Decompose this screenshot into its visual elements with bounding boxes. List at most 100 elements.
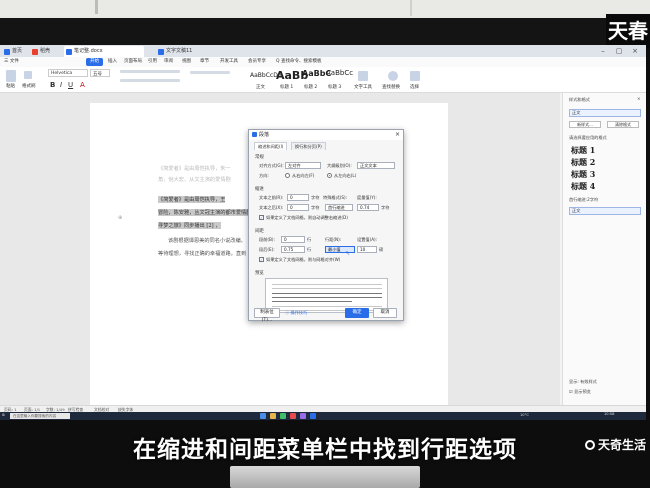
clock-time[interactable]: 10:58 <box>604 412 614 416</box>
show-styles-label[interactable]: 显示: 有效样式 <box>569 379 597 385</box>
ok-button[interactable]: 确定 <box>345 308 369 318</box>
style-heading3-preview[interactable]: AaBbCc <box>326 69 353 77</box>
doc-line[interactable]: 角，倪大宏、从文主演的爱情剧 <box>158 176 231 183</box>
docer-icon <box>32 49 38 55</box>
tab-indent-spacing[interactable]: 缩进和间距(I) <box>254 142 288 150</box>
dialog-close-icon[interactable]: × <box>395 130 400 140</box>
menu-file[interactable]: 三 文件 <box>4 58 19 66</box>
windows-taskbar: ⊞ 在这里输入你要搜索的内容 10°C 10:58 <box>0 412 646 420</box>
start-icon[interactable]: ⊞ <box>2 413 5 417</box>
brand-circle-icon <box>584 440 595 450</box>
paragraph-tools[interactable] <box>120 70 180 73</box>
doc-line[interactable]: 等待理想，寻找正确的幸福道路，直到 <box>158 250 246 257</box>
apply-format-label: 请选择要应用的格式 <box>569 135 607 140</box>
before-unit: 行 <box>307 237 312 242</box>
measure-label: 度量值(Y): <box>357 195 377 200</box>
setting-unit: 磅 <box>379 247 384 252</box>
menu-view[interactable]: 视图 <box>182 58 191 66</box>
video-subtitle: 在缩进和间距菜单栏中找到行距选项 <box>133 437 517 463</box>
after-text-input[interactable]: 0 <box>287 204 309 211</box>
tab-docer[interactable]: 稻壳 <box>30 46 60 57</box>
ltr-radio[interactable] <box>327 173 332 178</box>
setting-value-input[interactable]: 10 <box>357 246 377 253</box>
taskbar-app-icon[interactable] <box>270 413 276 419</box>
before-text-label: 文本之前(R): <box>259 195 284 200</box>
tab-document[interactable]: 文字文稿11 <box>156 46 226 57</box>
text-tools-icon[interactable] <box>358 71 368 81</box>
tab-document-active[interactable]: 笔记整.docx <box>64 46 144 57</box>
style-first-indent[interactable]: 首行缩进:2字符 <box>569 197 598 203</box>
list-tools[interactable] <box>190 71 230 74</box>
grid-indent-checkbox[interactable]: ✓ <box>259 215 264 220</box>
taskbar-app-icon[interactable] <box>310 413 316 419</box>
italic-icon[interactable]: I <box>60 81 62 89</box>
tips-link[interactable]: ⓘ 操作技巧 <box>285 310 307 316</box>
doc-line-selected[interactable]: 寻梦之旅》同步播出 [2] ， <box>158 222 221 229</box>
menu-insert[interactable]: 插入 <box>108 58 117 66</box>
alignment-select[interactable]: 左对齐 <box>285 162 321 169</box>
tab-line-page-breaks[interactable]: 换行和分页(P) <box>291 142 326 150</box>
style-heading-1[interactable]: 标题 1 <box>571 145 595 156</box>
style-heading-2[interactable]: 标题 2 <box>571 157 595 168</box>
menu-references[interactable]: 引用 <box>148 58 157 66</box>
menu-home[interactable]: 开始 <box>86 58 103 66</box>
styles-pane: 样式和格式 × 正文 新样式... 清除格式 请选择要应用的格式 标题 1 标题… <box>562 93 646 405</box>
special-format-label: 特殊格式(S): <box>323 195 348 200</box>
dialog-titlebar[interactable]: 段落 × <box>249 130 403 140</box>
paste-icon[interactable] <box>6 70 16 82</box>
clear-format-button[interactable]: 清除格式 <box>607 121 639 128</box>
alignment-tools[interactable] <box>120 79 180 82</box>
measure-unit: 字符 <box>381 205 390 210</box>
before-text-input[interactable]: 0 <box>287 194 309 201</box>
menu-member[interactable]: 会员专享 <box>248 58 266 66</box>
taskbar-search[interactable]: 在这里输入你要搜索的内容 <box>10 413 70 419</box>
minimize-icon[interactable]: – <box>598 46 608 56</box>
underline-icon[interactable]: U <box>68 81 73 89</box>
show-preview-checkbox[interactable]: ☑ 显示预览 <box>569 389 591 395</box>
maximize-icon[interactable]: ▢ <box>614 46 624 56</box>
find-replace-icon[interactable] <box>388 71 398 81</box>
doc-line-selected[interactable]: 冒险，陈安雅，丛文冠主演的都市爱情剧， <box>158 209 257 216</box>
monitor-stand <box>230 466 420 488</box>
space-before-input[interactable]: 0 <box>281 236 305 243</box>
doc-line[interactable]: 《简爱者》是由周恺执导，朱一 <box>158 165 231 172</box>
space-after-input[interactable]: 0.75 <box>281 246 305 253</box>
font-family-select[interactable]: Helvetica <box>48 69 88 77</box>
style-heading-4[interactable]: 标题 4 <box>571 181 595 192</box>
taskbar-app-icon[interactable] <box>260 413 266 419</box>
style-body-selected[interactable]: 正文 <box>569 207 641 215</box>
new-style-button[interactable]: 新样式... <box>569 121 601 128</box>
menu-page-layout[interactable]: 页面布局 <box>124 58 142 66</box>
doc-line[interactable]: 该剧根据谭恩美的同名小说改编， <box>168 237 246 244</box>
taskbar-app-icon[interactable] <box>280 413 286 419</box>
doc-line-selected[interactable]: 《简爱者》是由周恺执导，王 <box>158 196 226 203</box>
tab-home[interactable]: 首页 <box>2 46 28 57</box>
rtl-radio[interactable] <box>285 173 290 178</box>
menu-bar: 三 文件 开始 插入 页面布局 引用 审阅 视图 章节 开发工具 会员专享 Q … <box>0 57 646 67</box>
status-bar: 页码: 1 页面: 1/1 字数: 1/49 拼写检查 文档校对 缺失字体 <box>0 405 646 412</box>
tabs-button[interactable]: 制表位(T)... <box>254 308 280 323</box>
font-size-select[interactable]: 五号 <box>90 69 110 77</box>
menu-developer[interactable]: 开发工具 <box>220 58 238 66</box>
menu-review[interactable]: 审阅 <box>164 58 173 66</box>
font-color-icon[interactable]: A <box>80 81 85 89</box>
select-icon[interactable] <box>410 71 420 81</box>
ltr-label: 从左向右(L) <box>334 173 357 178</box>
special-format-select[interactable]: 首行缩进 <box>325 204 353 211</box>
weather[interactable]: 10°C <box>520 413 529 417</box>
current-style-field[interactable]: 正文 <box>569 109 641 117</box>
taskbar-app-icon[interactable] <box>300 413 306 419</box>
format-painter-icon[interactable] <box>24 71 32 79</box>
outline-level-select[interactable]: 正文文本 <box>357 162 395 169</box>
cancel-button[interactable]: 取消 <box>373 308 397 318</box>
taskbar-app-icon[interactable] <box>290 413 296 419</box>
bold-icon[interactable]: B <box>50 81 55 89</box>
command-search[interactable]: Q 查找命令、搜索模板 <box>276 58 321 66</box>
pane-close-icon[interactable]: × <box>637 96 641 101</box>
grid-align-checkbox[interactable]: ✓ <box>259 257 264 262</box>
line-spacing-select[interactable]: 最小值 <box>325 246 355 253</box>
style-heading-3[interactable]: 标题 3 <box>571 169 595 180</box>
menu-sections[interactable]: 章节 <box>200 58 209 66</box>
measure-input[interactable]: 0.74 <box>357 204 379 211</box>
close-icon[interactable]: × <box>630 46 640 56</box>
